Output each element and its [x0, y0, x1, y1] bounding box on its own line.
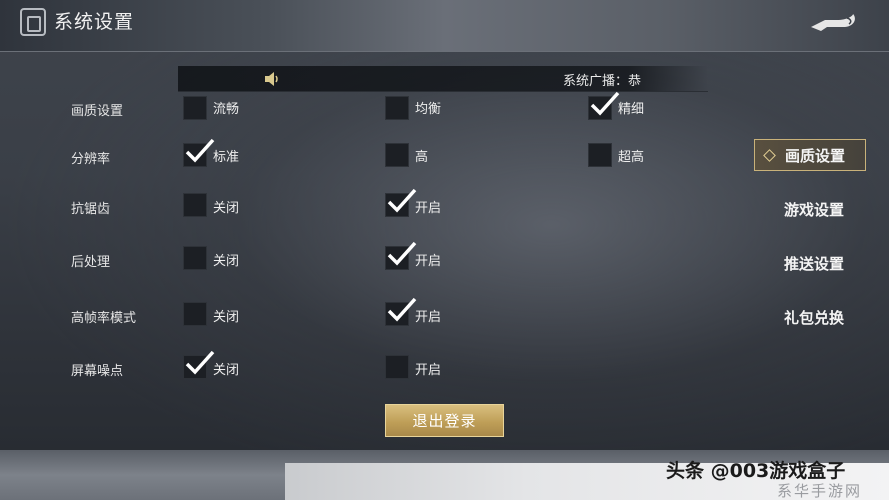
checkbox-resolution-high[interactable] — [385, 143, 409, 167]
checkbox-postprocess-off[interactable] — [183, 246, 207, 270]
setting-label-antialiasing: 抗锯齿 — [71, 202, 111, 217]
page-title: 系统设置 — [54, 11, 135, 33]
setting-label-resolution: 分辨率 — [71, 152, 111, 167]
tab-push-settings[interactable]: 推送设置 — [754, 247, 866, 279]
tab-label: 画质设置 — [785, 146, 846, 165]
checkbox-resolution-ultra[interactable] — [588, 143, 612, 167]
broadcast-bar: 系统广播：恭 — [178, 66, 708, 92]
app-logo-icon — [20, 8, 46, 36]
setting-label-high-framerate: 高帧率模式 — [71, 311, 137, 326]
logout-button[interactable]: 退出登录 — [385, 404, 504, 437]
option-label: 精细 — [618, 102, 645, 117]
option-label: 关闭 — [213, 254, 240, 269]
diamond-icon — [763, 149, 776, 162]
option-label: 超高 — [618, 150, 645, 165]
option-label: 开启 — [415, 363, 442, 378]
option-label: 关闭 — [213, 201, 240, 216]
checkmark-icon — [387, 297, 417, 322]
checkbox-framerate-off[interactable] — [183, 302, 207, 326]
tab-label: 推送设置 — [784, 254, 845, 273]
option-label: 开启 — [415, 254, 442, 269]
tab-gift-redeem[interactable]: 礼包兑换 — [754, 301, 866, 333]
option-label: 流畅 — [213, 102, 240, 117]
checkmark-icon — [590, 91, 620, 116]
tab-label: 游戏设置 — [784, 200, 845, 219]
back-arrow-icon[interactable] — [807, 12, 859, 34]
watermark-secondary: 系华手游网 — [777, 482, 863, 500]
checkbox-antialiasing-on[interactable] — [385, 188, 417, 217]
checkmark-icon — [185, 138, 215, 163]
setting-label-quality: 画质设置 — [71, 104, 124, 119]
speaker-icon — [265, 72, 278, 86]
title-bar: 系统设置 — [0, 0, 889, 52]
option-label: 关闭 — [213, 363, 240, 378]
option-label: 关闭 — [213, 310, 240, 325]
tab-graphics-settings[interactable]: 画质设置 — [754, 139, 866, 171]
tab-label: 礼包兑换 — [784, 308, 845, 327]
checkbox-resolution-standard[interactable] — [183, 138, 215, 167]
watermark-primary: 头条 @003游戏盒子 — [666, 460, 846, 482]
checkbox-noise-off[interactable] — [183, 350, 215, 379]
checkbox-quality-smooth[interactable] — [183, 96, 207, 120]
option-label: 标准 — [213, 150, 240, 165]
checkbox-framerate-on[interactable] — [385, 297, 417, 326]
checkbox-quality-fine[interactable] — [588, 91, 620, 120]
checkbox-noise-on[interactable] — [385, 355, 409, 379]
option-label: 均衡 — [415, 102, 442, 117]
checkmark-icon — [387, 241, 417, 266]
checkmark-icon — [387, 188, 417, 213]
option-label: 开启 — [415, 310, 442, 325]
checkbox-quality-balanced[interactable] — [385, 96, 409, 120]
checkbox-antialiasing-off[interactable] — [183, 193, 207, 217]
setting-label-screen-noise: 屏幕噪点 — [71, 364, 124, 379]
option-label: 高 — [415, 150, 429, 165]
checkbox-postprocess-on[interactable] — [385, 241, 417, 270]
checkmark-icon — [185, 350, 215, 375]
broadcast-text: 系统广播：恭 — [563, 74, 642, 89]
setting-label-postprocess: 后处理 — [71, 255, 111, 270]
option-label: 开启 — [415, 201, 442, 216]
tab-game-settings[interactable]: 游戏设置 — [754, 193, 866, 225]
